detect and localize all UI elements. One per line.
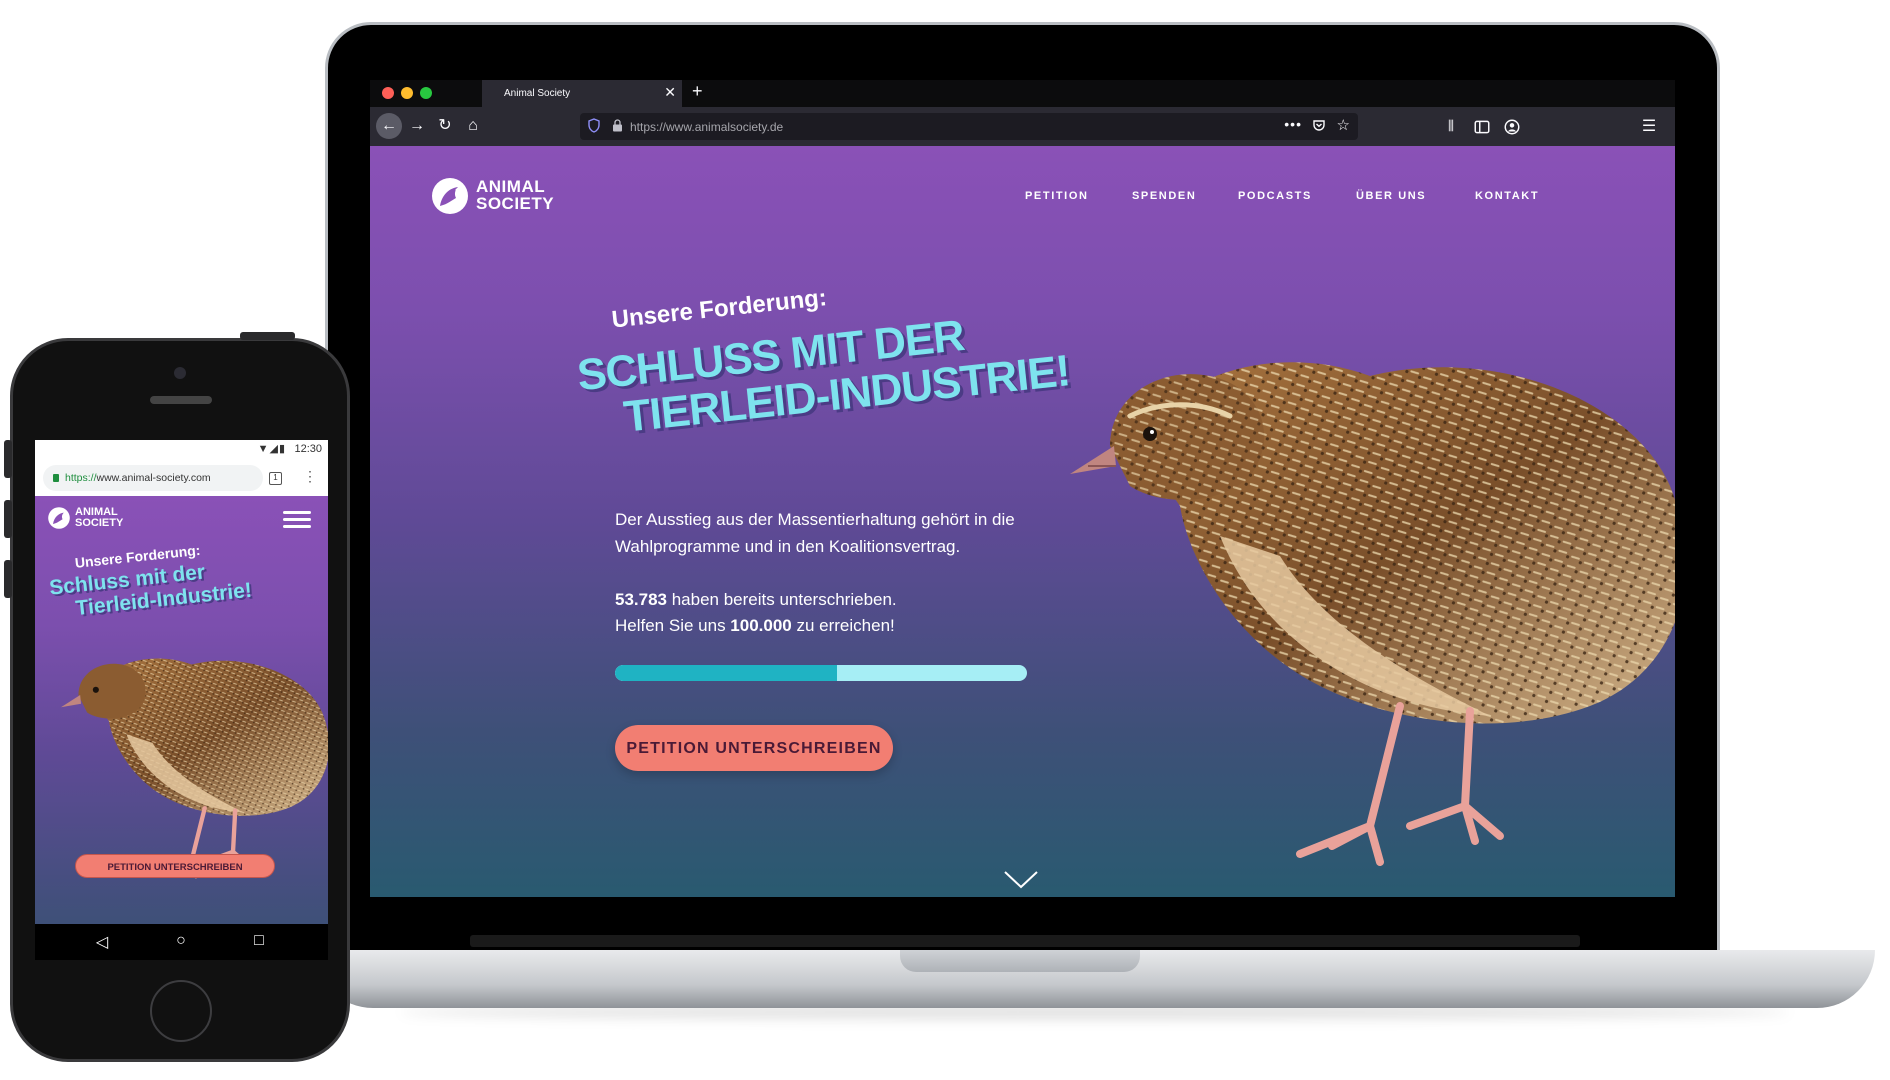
quail-image xyxy=(61,658,328,879)
back-button[interactable]: ← xyxy=(376,113,402,139)
android-back-icon[interactable]: ◁ xyxy=(90,932,114,952)
phone-power-button xyxy=(240,332,295,340)
browser-tab[interactable]: Animal Society ✕ xyxy=(482,80,682,107)
pocket-icon[interactable] xyxy=(1312,119,1326,133)
status-icons: ▼◢▮ xyxy=(257,443,286,455)
phone-url-field[interactable]: https://www.animal-society.com xyxy=(43,465,263,491)
android-nav-bar: ◁ ○ □ xyxy=(35,924,328,960)
browser-tab-bar: Animal Society ✕ + xyxy=(370,80,1675,107)
reload-button[interactable]: ↻ xyxy=(432,113,458,139)
forward-button[interactable]: → xyxy=(404,113,430,139)
url-scheme: https:// xyxy=(65,472,97,484)
goal-suffix: zu erreichen! xyxy=(791,616,895,635)
signature-count-line: 53.783 haben bereits unterschrieben. xyxy=(615,586,1045,613)
lock-icon xyxy=(53,474,59,482)
signature-progress-bar xyxy=(615,665,1027,681)
phone-logo-text[interactable]: ANIMAL SOCIETY xyxy=(75,507,145,529)
hero-kicker: Unsere Forderung: xyxy=(610,284,829,334)
bird-logo-icon xyxy=(432,178,468,214)
signature-goal-line: Helfen Sie uns 100.000 zu erreichen! xyxy=(615,612,1045,639)
phone-volume-up xyxy=(4,500,12,538)
window-minimize-button[interactable] xyxy=(401,87,413,99)
phone-url-bar: https://www.animal-society.com 1 ⋮ xyxy=(35,460,328,496)
lock-icon[interactable] xyxy=(612,119,623,132)
window-close-button[interactable] xyxy=(382,87,394,99)
laptop-screen: Animal Society ✕ + ← → ↻ ⌂ https://www.a… xyxy=(370,80,1675,897)
hamburger-menu-icon[interactable] xyxy=(283,511,311,529)
phone-sign-petition-button[interactable]: PETITION UNTERSCHREIBEN xyxy=(75,854,275,878)
nav-link-kontakt[interactable]: KONTAKT xyxy=(1475,190,1539,202)
home-button[interactable]: ⌂ xyxy=(460,113,486,139)
tab-switcher-icon[interactable]: 1 xyxy=(269,472,282,485)
url-bar[interactable]: https://www.animalsociety.de ••• ☆ xyxy=(580,113,1358,140)
website-hero: ANIMAL SOCIETY PETITION SPENDEN PODCASTS… xyxy=(370,146,1675,897)
phone-screen: ▼◢▮ 12:30 https://www.animal-society.com… xyxy=(35,440,328,960)
url-host: www.animal-society.com xyxy=(96,472,211,484)
sign-petition-button[interactable]: PETITION UNTERSCHREIBEN xyxy=(615,725,893,771)
overflow-menu-icon[interactable]: ⋮ xyxy=(303,468,317,485)
laptop-notch xyxy=(900,950,1140,972)
laptop-hinge xyxy=(470,935,1580,947)
goal-value: 100.000 xyxy=(730,616,792,635)
phone-speaker xyxy=(150,396,212,404)
phone-website-hero: ANIMAL SOCIETY Unsere Forderung: Schluss… xyxy=(35,496,328,924)
hamburger-menu-icon[interactable]: ☰ xyxy=(1640,116,1658,135)
status-time: 12:30 xyxy=(294,443,322,455)
signature-count: 53.783 xyxy=(615,590,667,609)
android-home-icon[interactable]: ○ xyxy=(169,932,193,950)
sidebar-icon[interactable] xyxy=(1473,118,1491,136)
window-zoom-button[interactable] xyxy=(420,87,432,99)
nav-link-ueber-uns[interactable]: ÜBER UNS xyxy=(1356,190,1426,202)
tracking-shield-icon[interactable] xyxy=(588,118,600,133)
phone-url-text: https://www.animal-society.com xyxy=(65,465,211,491)
phone-mute-switch xyxy=(4,440,12,478)
nav-link-spenden[interactable]: SPENDEN xyxy=(1132,190,1196,202)
bookmark-star-icon[interactable]: ☆ xyxy=(1337,116,1350,134)
new-tab-button[interactable]: + xyxy=(692,81,703,102)
account-icon[interactable] xyxy=(1503,118,1521,136)
nav-link-podcasts[interactable]: PODCASTS xyxy=(1238,190,1312,202)
browser-toolbar: ← → ↻ ⌂ https://www.animalsociety.de •••… xyxy=(370,107,1675,146)
nav-link-petition[interactable]: PETITION xyxy=(1025,190,1089,202)
bird-logo-icon[interactable] xyxy=(47,506,71,530)
quail-image xyxy=(1070,362,1675,866)
page-actions-icon[interactable]: ••• xyxy=(1284,116,1302,132)
phone-volume-down xyxy=(4,560,12,598)
hero-intro-text: Der Ausstieg aus der Massentierhaltung g… xyxy=(615,510,1015,556)
phone-home-button[interactable] xyxy=(150,980,212,1042)
laptop-base xyxy=(315,950,1875,1008)
progress-fill xyxy=(615,665,838,681)
scroll-down-chevron-icon[interactable] xyxy=(1003,870,1039,890)
tab-close-icon[interactable]: ✕ xyxy=(664,84,676,101)
logo-text: ANIMAL SOCIETY xyxy=(476,177,555,213)
phone-camera xyxy=(174,367,186,379)
signature-suffix: haben bereits unterschrieben. xyxy=(667,590,897,609)
android-recents-icon[interactable]: □ xyxy=(247,932,271,950)
goal-prefix: Helfen Sie uns xyxy=(615,616,731,635)
phone-status-bar: ▼◢▮ 12:30 xyxy=(35,440,328,460)
url-text[interactable]: https://www.animalsociety.de xyxy=(630,120,783,134)
tab-title: Animal Society xyxy=(504,88,571,99)
library-icon[interactable]: ⫼ xyxy=(1442,118,1460,136)
